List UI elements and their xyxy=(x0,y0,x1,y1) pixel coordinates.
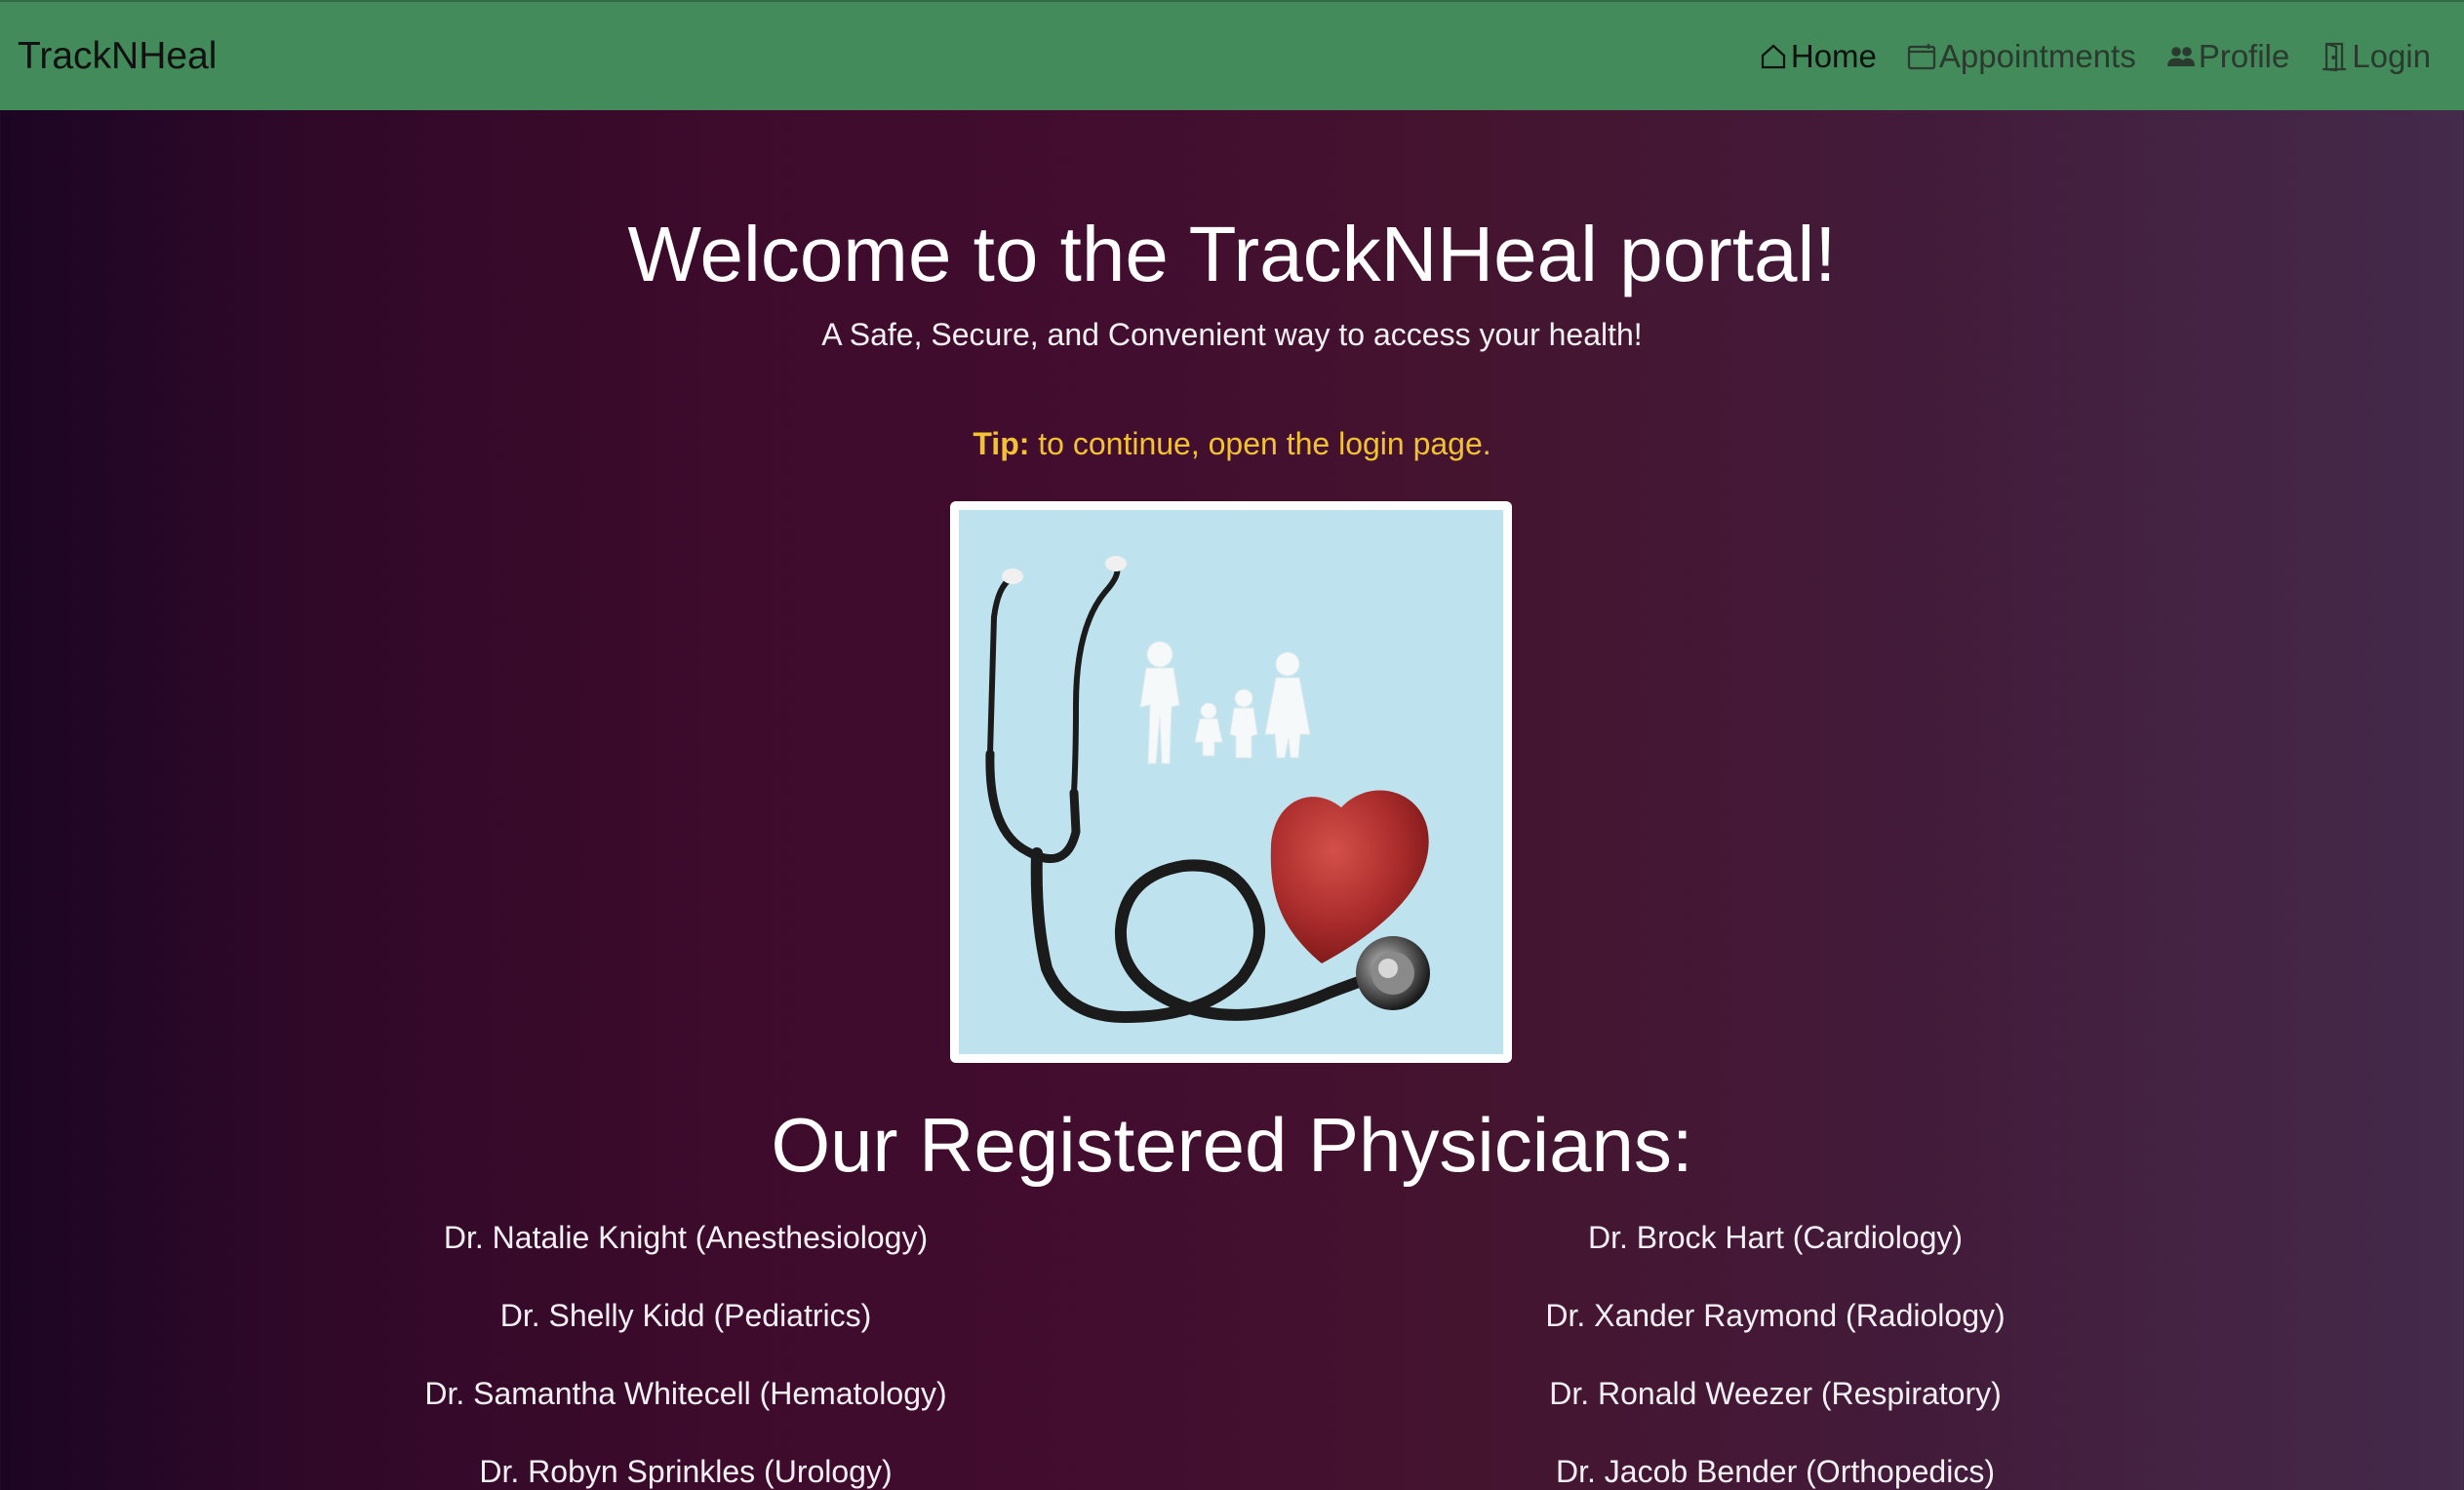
nav-links: Home Appointments Profile Login xyxy=(1758,37,2431,76)
physician-item: Dr. Brock Hart (Cardiology) xyxy=(1587,1220,1964,1255)
nav-login-label: Login xyxy=(2352,38,2431,74)
nav-appointments-link[interactable]: Appointments xyxy=(1906,37,2136,76)
top-navbar: TrackNHeal Home Appointments Profile Log… xyxy=(0,0,2464,110)
home-icon xyxy=(1761,44,1785,69)
welcome-subtitle: A Safe, Secure, and Convenient way to ac… xyxy=(821,317,1643,352)
nav-home-link[interactable]: Home xyxy=(1758,37,1877,76)
physician-item: Dr. Natalie Knight (Anesthesiology) xyxy=(443,1220,929,1255)
physician-item: Dr. Ronald Weezer (Respiratory) xyxy=(1549,1376,2002,1411)
physician-item: Dr. Shelly Kidd (Pediatrics) xyxy=(499,1298,872,1333)
physician-item: Dr. Samantha Whitecell (Hematology) xyxy=(424,1376,947,1411)
nav-home-label: Home xyxy=(1790,38,1877,74)
physicians-right-column: Dr. Brock Hart (Cardiology) Dr. Xander R… xyxy=(1288,1219,2263,1490)
stethoscope-heart-family-image xyxy=(959,510,1503,1054)
tip-text: to continue, open the login page. xyxy=(1029,426,1491,461)
physician-item: Dr. Jacob Bender (Orthopedics) xyxy=(1556,1454,1995,1489)
people-icon xyxy=(2166,47,2195,66)
brand-logo-text[interactable]: TrackNHeal xyxy=(18,35,217,78)
nav-appointments-label: Appointments xyxy=(1938,38,2136,74)
nav-profile-label: Profile xyxy=(2198,38,2290,74)
tip-label: Tip: xyxy=(973,426,1030,461)
nav-login-link[interactable]: Login xyxy=(2319,37,2431,76)
nav-profile-link[interactable]: Profile xyxy=(2166,37,2290,76)
door-icon xyxy=(2323,42,2347,72)
main-content: Welcome to the TrackNHeal portal! A Safe… xyxy=(0,110,2464,1490)
welcome-title: Welcome to the TrackNHeal portal! xyxy=(627,211,1837,297)
calendar-icon xyxy=(1907,44,1936,70)
login-tip: Tip: to continue, open the login page. xyxy=(0,426,2464,462)
physicians-left-column: Dr. Natalie Knight (Anesthesiology) Dr. … xyxy=(198,1219,1173,1490)
physician-item: Dr. Robyn Sprinkles (Urology) xyxy=(479,1454,893,1489)
hero-image xyxy=(950,501,1512,1063)
physician-item: Dr. Xander Raymond (Radiology) xyxy=(1545,1298,2006,1333)
physicians-title: Our Registered Physicians: xyxy=(771,1102,1693,1188)
